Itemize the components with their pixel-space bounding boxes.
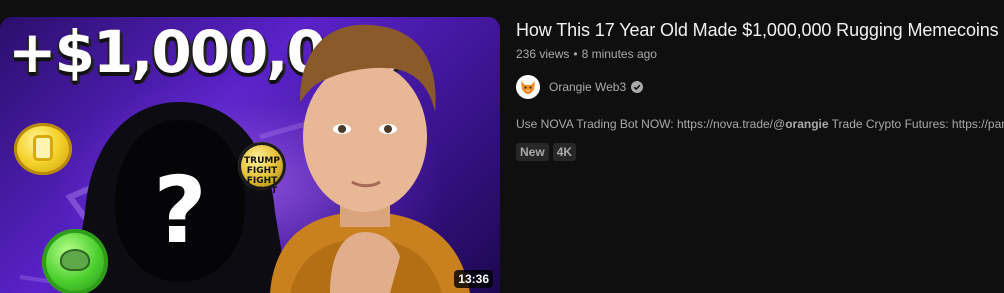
video-search-result[interactable]: +$1,000,000 ? TRUMP FIGHT FIGHT FIGHT 13… (0, 0, 1004, 293)
fox-avatar-icon (521, 81, 535, 94)
thumbnail-question-mark: ? (153, 157, 206, 264)
meta-separator: • (573, 47, 578, 61)
description-bold-handle: orangie (785, 117, 829, 131)
video-title[interactable]: How This 17 Year Old Made $1,000,000 Rug… (516, 17, 1004, 43)
video-description-snippet: Use NOVA Trading Bot NOW: https://nova.t… (516, 117, 1004, 131)
video-duration-badge: 13:36 (454, 270, 493, 288)
video-badges: New 4K (516, 143, 1004, 161)
view-count: 236 views (516, 47, 570, 61)
pepe-coin-icon (42, 229, 108, 293)
new-badge: New (516, 143, 549, 161)
channel-name[interactable]: Orangie Web3 (549, 78, 626, 96)
video-thumbnail[interactable]: +$1,000,000 ? TRUMP FIGHT FIGHT FIGHT 13… (0, 17, 500, 293)
upload-time: 8 minutes ago (581, 47, 657, 61)
doge-coin-icon (14, 123, 72, 175)
channel-avatar[interactable] (516, 75, 540, 99)
video-details: How This 17 Year Old Made $1,000,000 Rug… (516, 17, 1004, 161)
channel-info[interactable]: Orangie Web3 (516, 75, 1004, 99)
video-metadata: 236 views • 8 minutes ago (516, 45, 1004, 63)
thumbnail-person (270, 24, 470, 293)
4k-badge: 4K (552, 143, 577, 161)
verified-check-icon (631, 81, 644, 93)
